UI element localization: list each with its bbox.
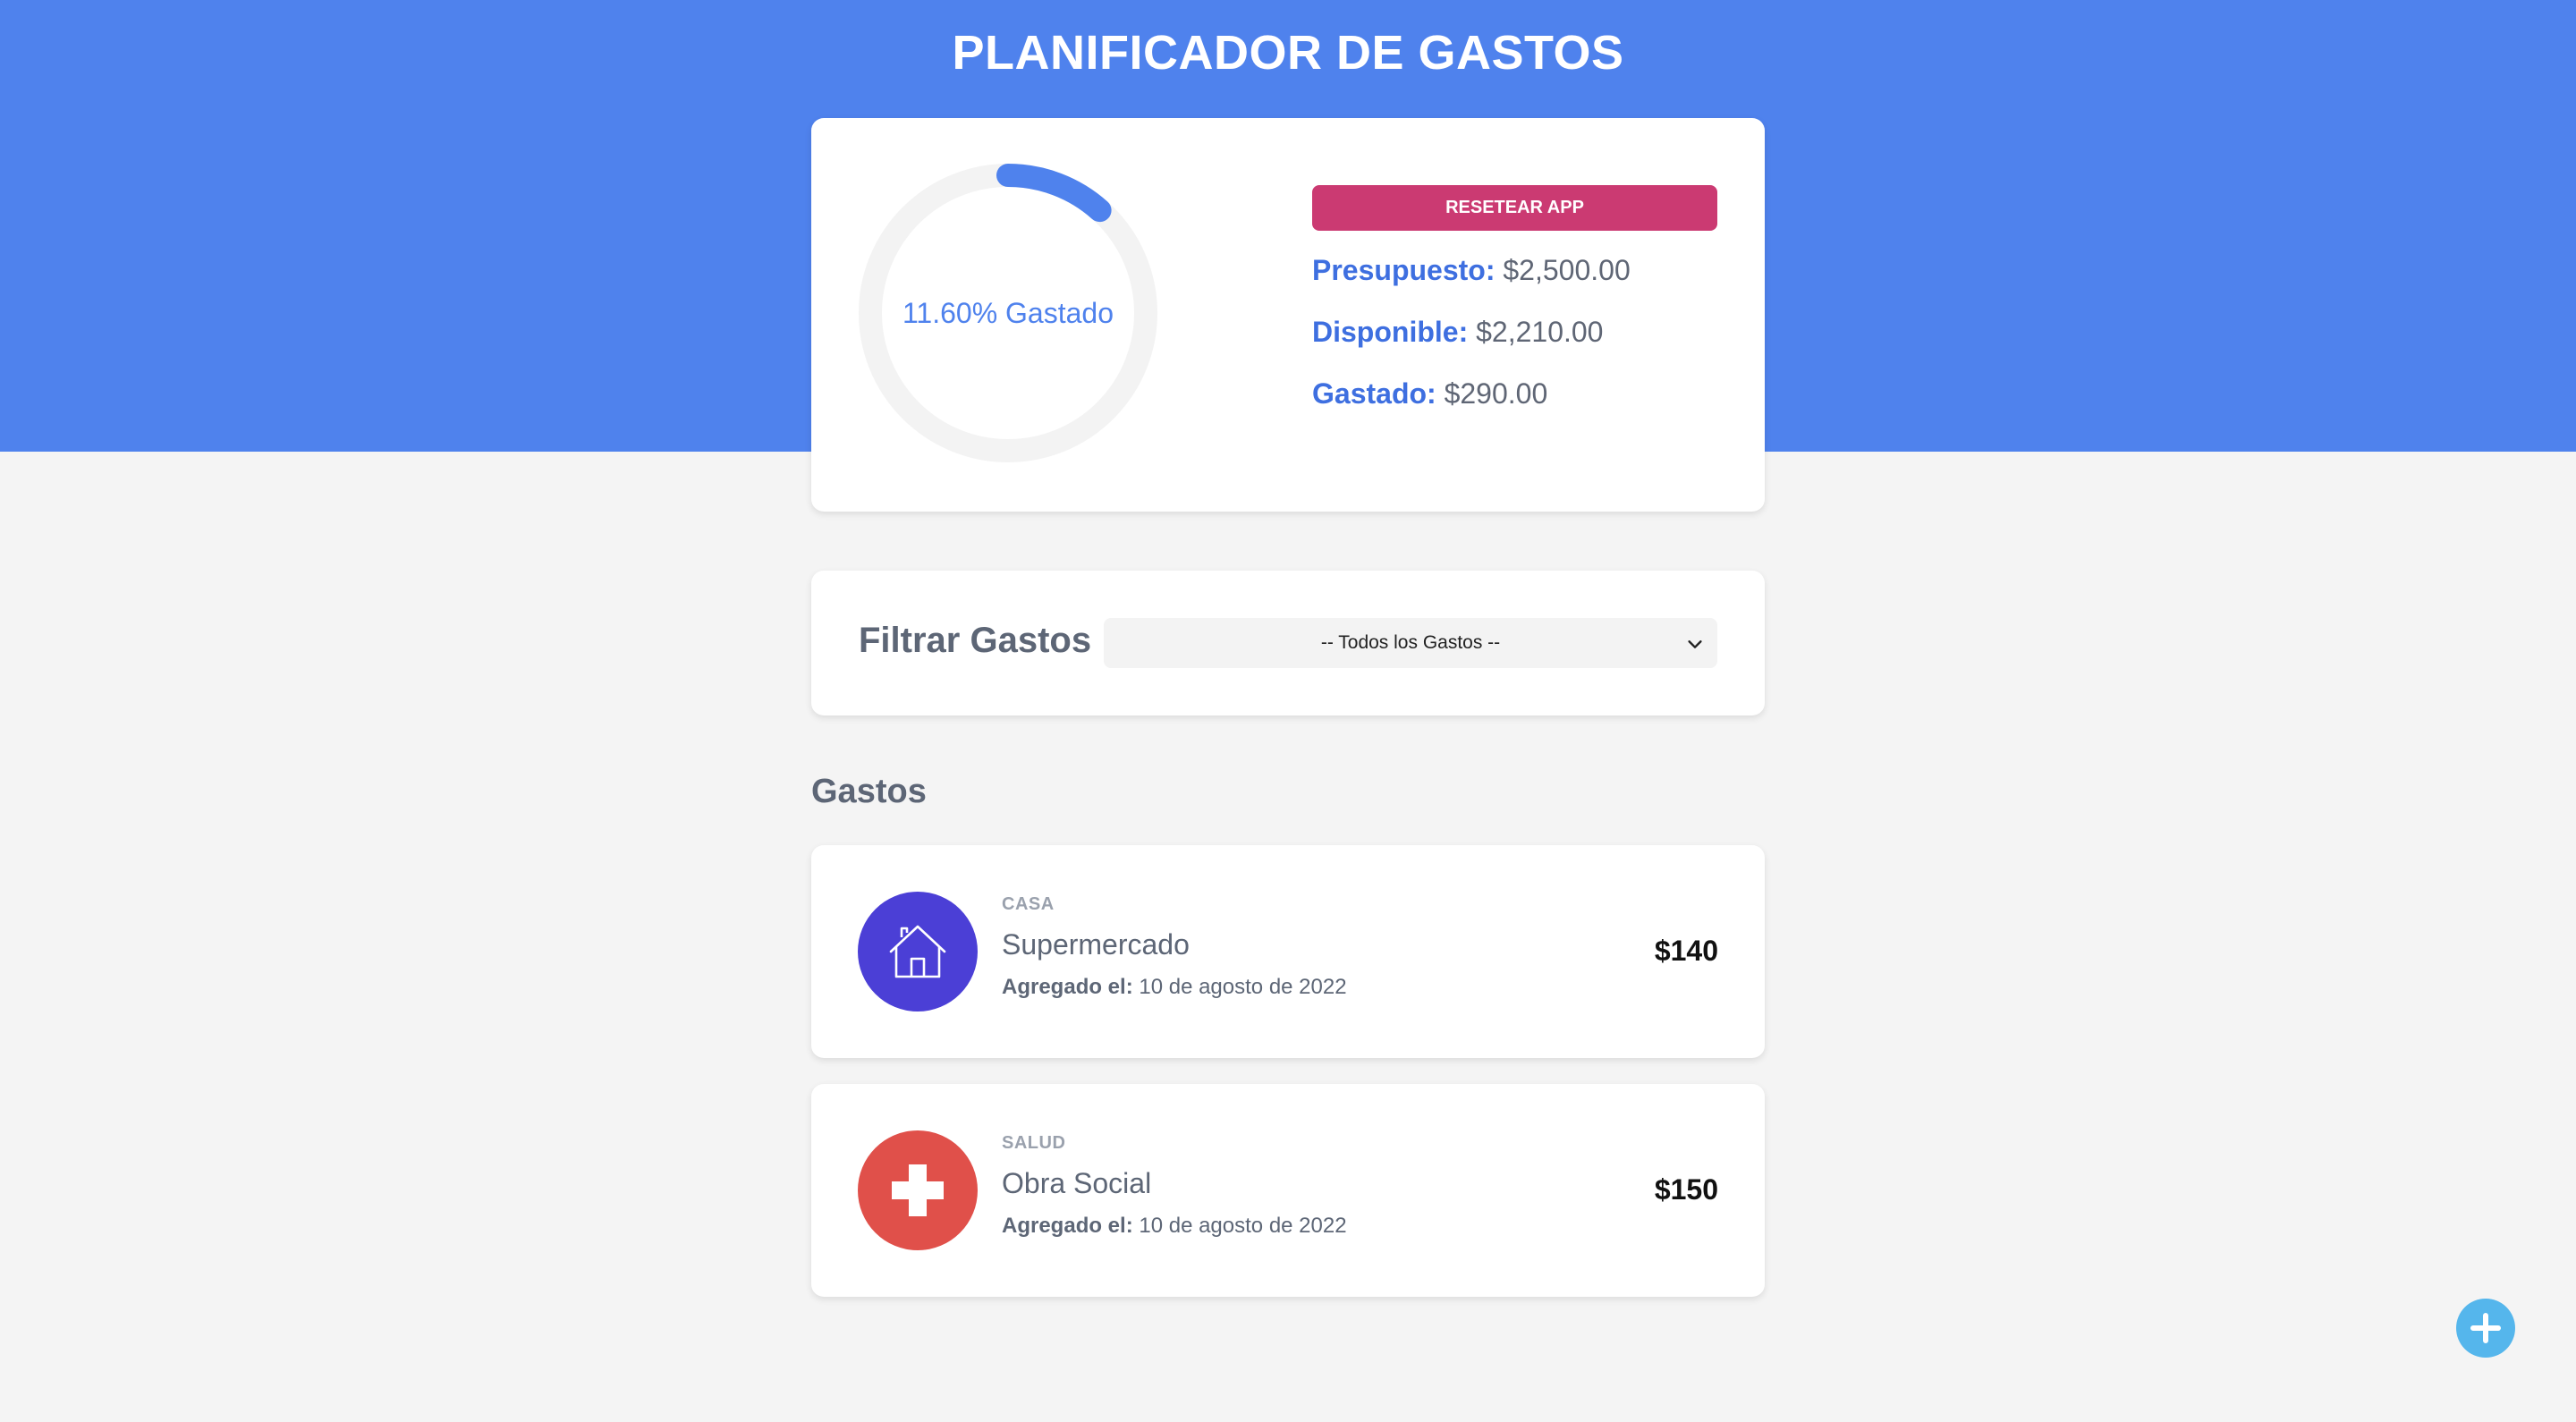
filter-selected-value: -- Todos los Gastos -- bbox=[1320, 632, 1501, 653]
expense-date-label: Agregado el: bbox=[1002, 1214, 1133, 1238]
expense-date-value: 10 de agosto de 2022 bbox=[1139, 1214, 1347, 1238]
gastado-value: $290.00 bbox=[1444, 377, 1548, 410]
expense-item[interactable]: SALUD Obra Social Agregado el: 10 de ago… bbox=[811, 1084, 1765, 1297]
expense-date-value: 10 de agosto de 2022 bbox=[1139, 975, 1347, 999]
reset-app-button[interactable]: RESETEAR APP bbox=[1312, 185, 1717, 231]
expense-category: SALUD bbox=[1002, 1133, 1066, 1153]
plus-icon bbox=[2470, 1313, 2501, 1343]
filter-label: Filtrar Gastos bbox=[859, 621, 1092, 660]
expense-amount: $140 bbox=[1654, 935, 1718, 967]
app-page: PLANIFICADOR DE GASTOS 11.60% Gastado RE… bbox=[0, 0, 2576, 1422]
disponible-value: $2,210.00 bbox=[1476, 316, 1604, 348]
percent-spent-label: 11.60% Gastado bbox=[902, 296, 1114, 329]
expense-date: Agregado el: 10 de agosto de 2022 bbox=[1002, 975, 1347, 1000]
expenses-title: Gastos bbox=[811, 773, 927, 810]
expense-amount: $150 bbox=[1654, 1173, 1718, 1206]
gastado-label: Gastado: bbox=[1312, 377, 1436, 410]
filter-card: Filtrar Gastos -- Todos los Gastos -- bbox=[811, 571, 1765, 715]
expense-date: Agregado el: 10 de agosto de 2022 bbox=[1002, 1214, 1347, 1239]
chevron-down-icon bbox=[1688, 640, 1702, 648]
app-title: PLANIFICADOR DE GASTOS bbox=[952, 26, 1624, 80]
expense-item[interactable]: CASA Supermercado Agregado el: 10 de ago… bbox=[811, 845, 1765, 1058]
expense-name: Supermercado bbox=[1002, 928, 1190, 961]
expense-name: Obra Social bbox=[1002, 1167, 1152, 1199]
spent-stat: Gastado: $290.00 bbox=[1312, 377, 1547, 411]
budget-card: 11.60% Gastado RESETEAR APP Presupuesto:… bbox=[811, 118, 1765, 512]
presupuesto-value: $2,500.00 bbox=[1503, 254, 1631, 286]
expense-category: CASA bbox=[1002, 894, 1055, 914]
health-cross-icon bbox=[858, 1130, 978, 1250]
disponible-label: Disponible: bbox=[1312, 316, 1469, 348]
budget-stat: Presupuesto: $2,500.00 bbox=[1312, 254, 1631, 287]
expense-date-label: Agregado el: bbox=[1002, 975, 1133, 999]
house-icon bbox=[858, 892, 978, 1011]
presupuesto-label: Presupuesto: bbox=[1312, 254, 1496, 286]
category-filter-select[interactable]: -- Todos los Gastos -- bbox=[1104, 618, 1717, 668]
available-stat: Disponible: $2,210.00 bbox=[1312, 316, 1603, 349]
add-expense-button[interactable] bbox=[2456, 1299, 2515, 1358]
